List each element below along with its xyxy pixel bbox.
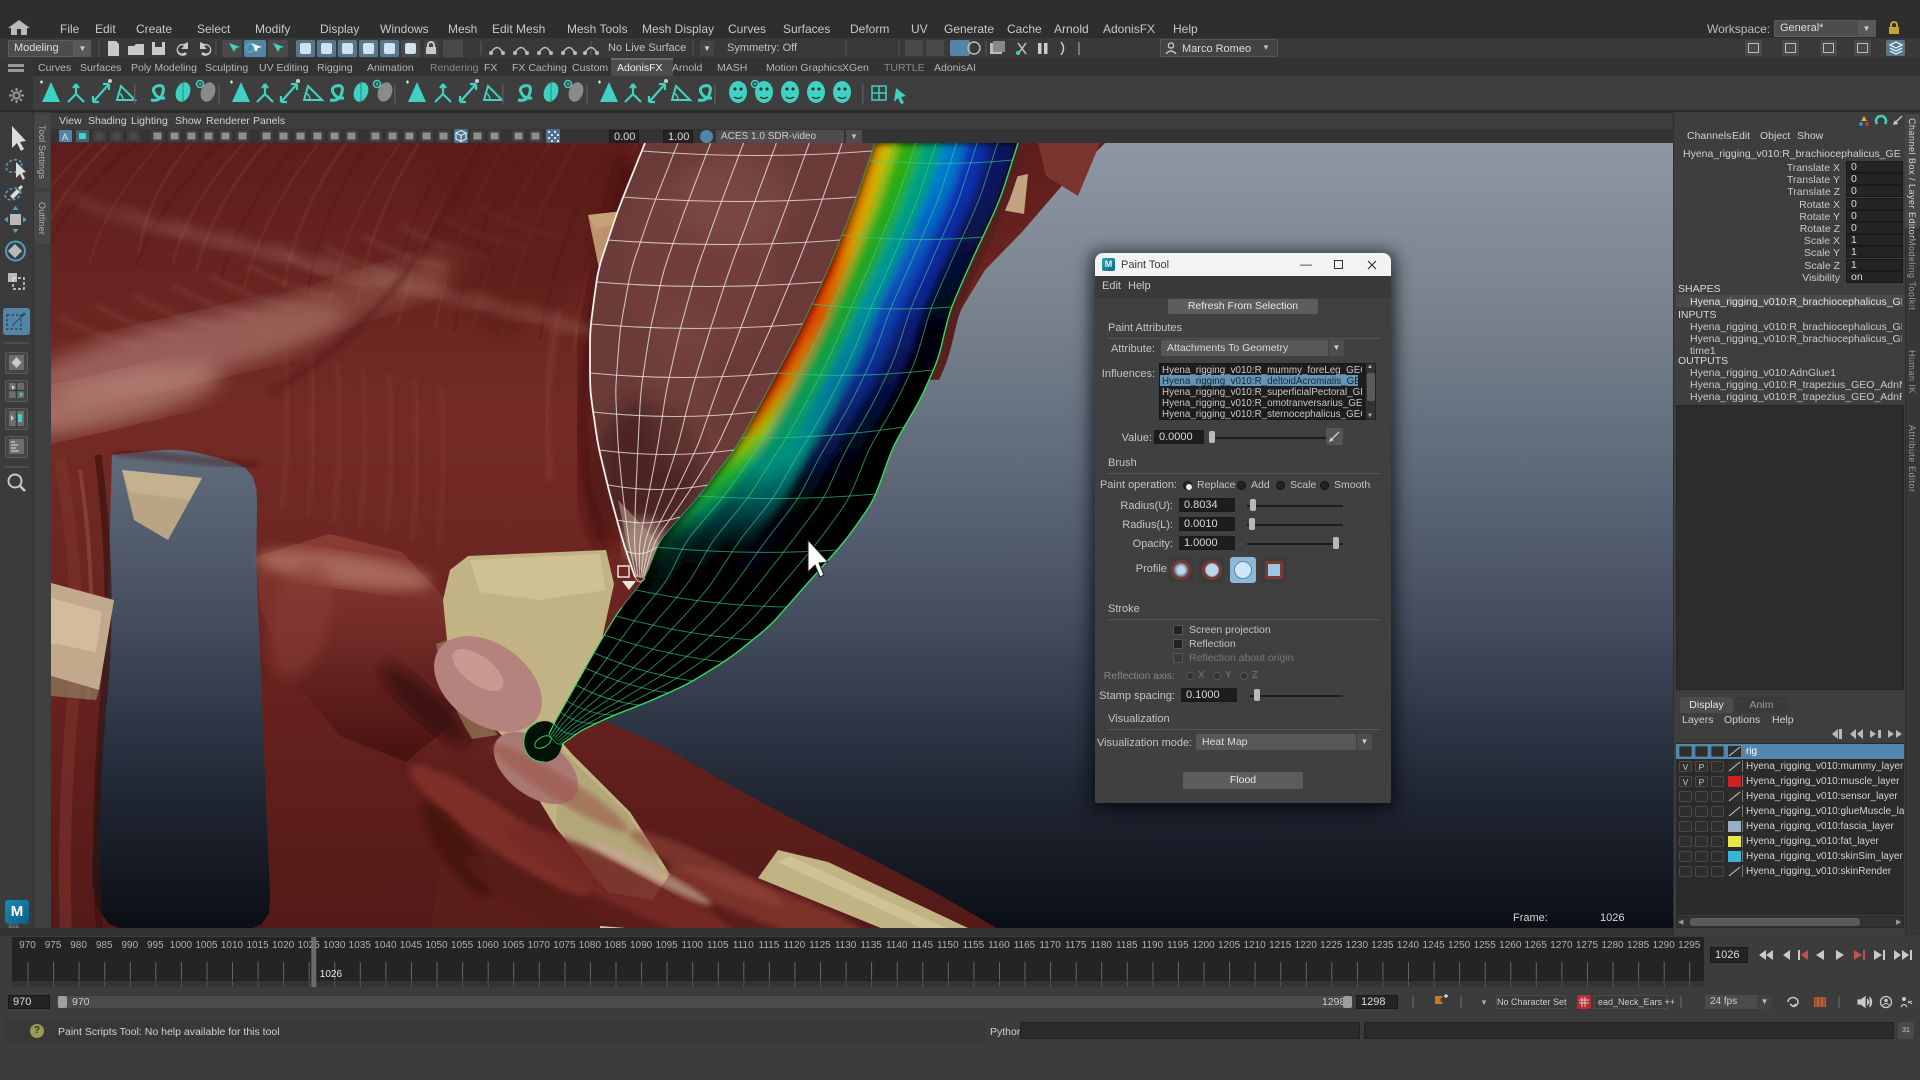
svg-text:1075: 1075: [553, 940, 576, 951]
svg-text:Frame:: Frame:: [1513, 912, 1548, 924]
svg-text:1155: 1155: [963, 940, 985, 951]
svg-text:1270: 1270: [1550, 940, 1573, 951]
svg-text:1195: 1195: [1167, 940, 1189, 951]
svg-text:1120: 1120: [784, 940, 806, 951]
svg-text:1015: 1015: [246, 940, 269, 951]
svg-text:1285: 1285: [1627, 940, 1650, 951]
svg-text:1100: 1100: [681, 940, 703, 951]
svg-text:1115: 1115: [759, 940, 780, 951]
svg-text:1170: 1170: [1039, 940, 1061, 951]
svg-text:1190: 1190: [1142, 940, 1164, 951]
svg-text:1090: 1090: [630, 940, 653, 951]
svg-text:1275: 1275: [1576, 940, 1599, 951]
svg-text:1105: 1105: [707, 940, 729, 951]
svg-text:980: 980: [70, 940, 87, 951]
svg-text:1026: 1026: [320, 969, 343, 980]
svg-text:1125: 1125: [809, 940, 831, 951]
svg-text:1020: 1020: [272, 940, 295, 951]
svg-text:1240: 1240: [1397, 940, 1420, 951]
svg-text:A: A: [62, 132, 68, 142]
svg-text:1230: 1230: [1346, 940, 1369, 951]
svg-text:985: 985: [96, 940, 113, 951]
svg-text:1025: 1025: [298, 940, 321, 951]
svg-text:995: 995: [147, 940, 164, 951]
svg-text:1255: 1255: [1474, 940, 1497, 951]
svg-text:1165: 1165: [1014, 940, 1036, 951]
svg-text:1260: 1260: [1499, 940, 1522, 951]
svg-text:1290: 1290: [1653, 940, 1676, 951]
svg-text:1150: 1150: [937, 940, 959, 951]
svg-text:1040: 1040: [374, 940, 397, 951]
svg-text:1250: 1250: [1448, 940, 1471, 951]
svg-text:1055: 1055: [451, 940, 474, 951]
svg-text:1225: 1225: [1320, 940, 1343, 951]
svg-text:1010: 1010: [221, 940, 244, 951]
svg-text:1060: 1060: [477, 940, 500, 951]
svg-text:1110: 1110: [733, 940, 754, 951]
svg-text:1215: 1215: [1269, 940, 1292, 951]
svg-text:1220: 1220: [1295, 940, 1318, 951]
svg-text:970: 970: [19, 940, 36, 951]
svg-text:1085: 1085: [604, 940, 627, 951]
svg-text:1145: 1145: [912, 940, 934, 951]
svg-text:1280: 1280: [1601, 940, 1624, 951]
svg-text:1205: 1205: [1218, 940, 1241, 951]
svg-text:1026: 1026: [1600, 912, 1624, 924]
svg-text:1000: 1000: [170, 940, 193, 951]
svg-text:1245: 1245: [1422, 940, 1445, 951]
svg-text:1175: 1175: [1065, 940, 1087, 951]
svg-text:975: 975: [45, 940, 62, 951]
svg-text:1200: 1200: [1192, 940, 1215, 951]
svg-text:1135: 1135: [860, 940, 882, 951]
svg-text:990: 990: [121, 940, 138, 951]
svg-text:1095: 1095: [655, 940, 678, 951]
svg-text:1140: 1140: [886, 940, 908, 951]
svg-text:1005: 1005: [195, 940, 218, 951]
svg-text:1035: 1035: [349, 940, 372, 951]
svg-text:1185: 1185: [1116, 940, 1138, 951]
svg-text:1050: 1050: [425, 940, 448, 951]
svg-text:1265: 1265: [1525, 940, 1548, 951]
svg-text:1065: 1065: [502, 940, 525, 951]
svg-text:1045: 1045: [400, 940, 423, 951]
svg-text:1070: 1070: [528, 940, 551, 951]
svg-text:1080: 1080: [579, 940, 602, 951]
svg-text:1160: 1160: [988, 940, 1010, 951]
svg-text:1130: 1130: [835, 940, 857, 951]
svg-text:1210: 1210: [1243, 940, 1266, 951]
svg-text:1295: 1295: [1678, 940, 1701, 951]
svg-text:1235: 1235: [1371, 940, 1394, 951]
svg-text:1180: 1180: [1090, 940, 1112, 951]
svg-text:1030: 1030: [323, 940, 346, 951]
